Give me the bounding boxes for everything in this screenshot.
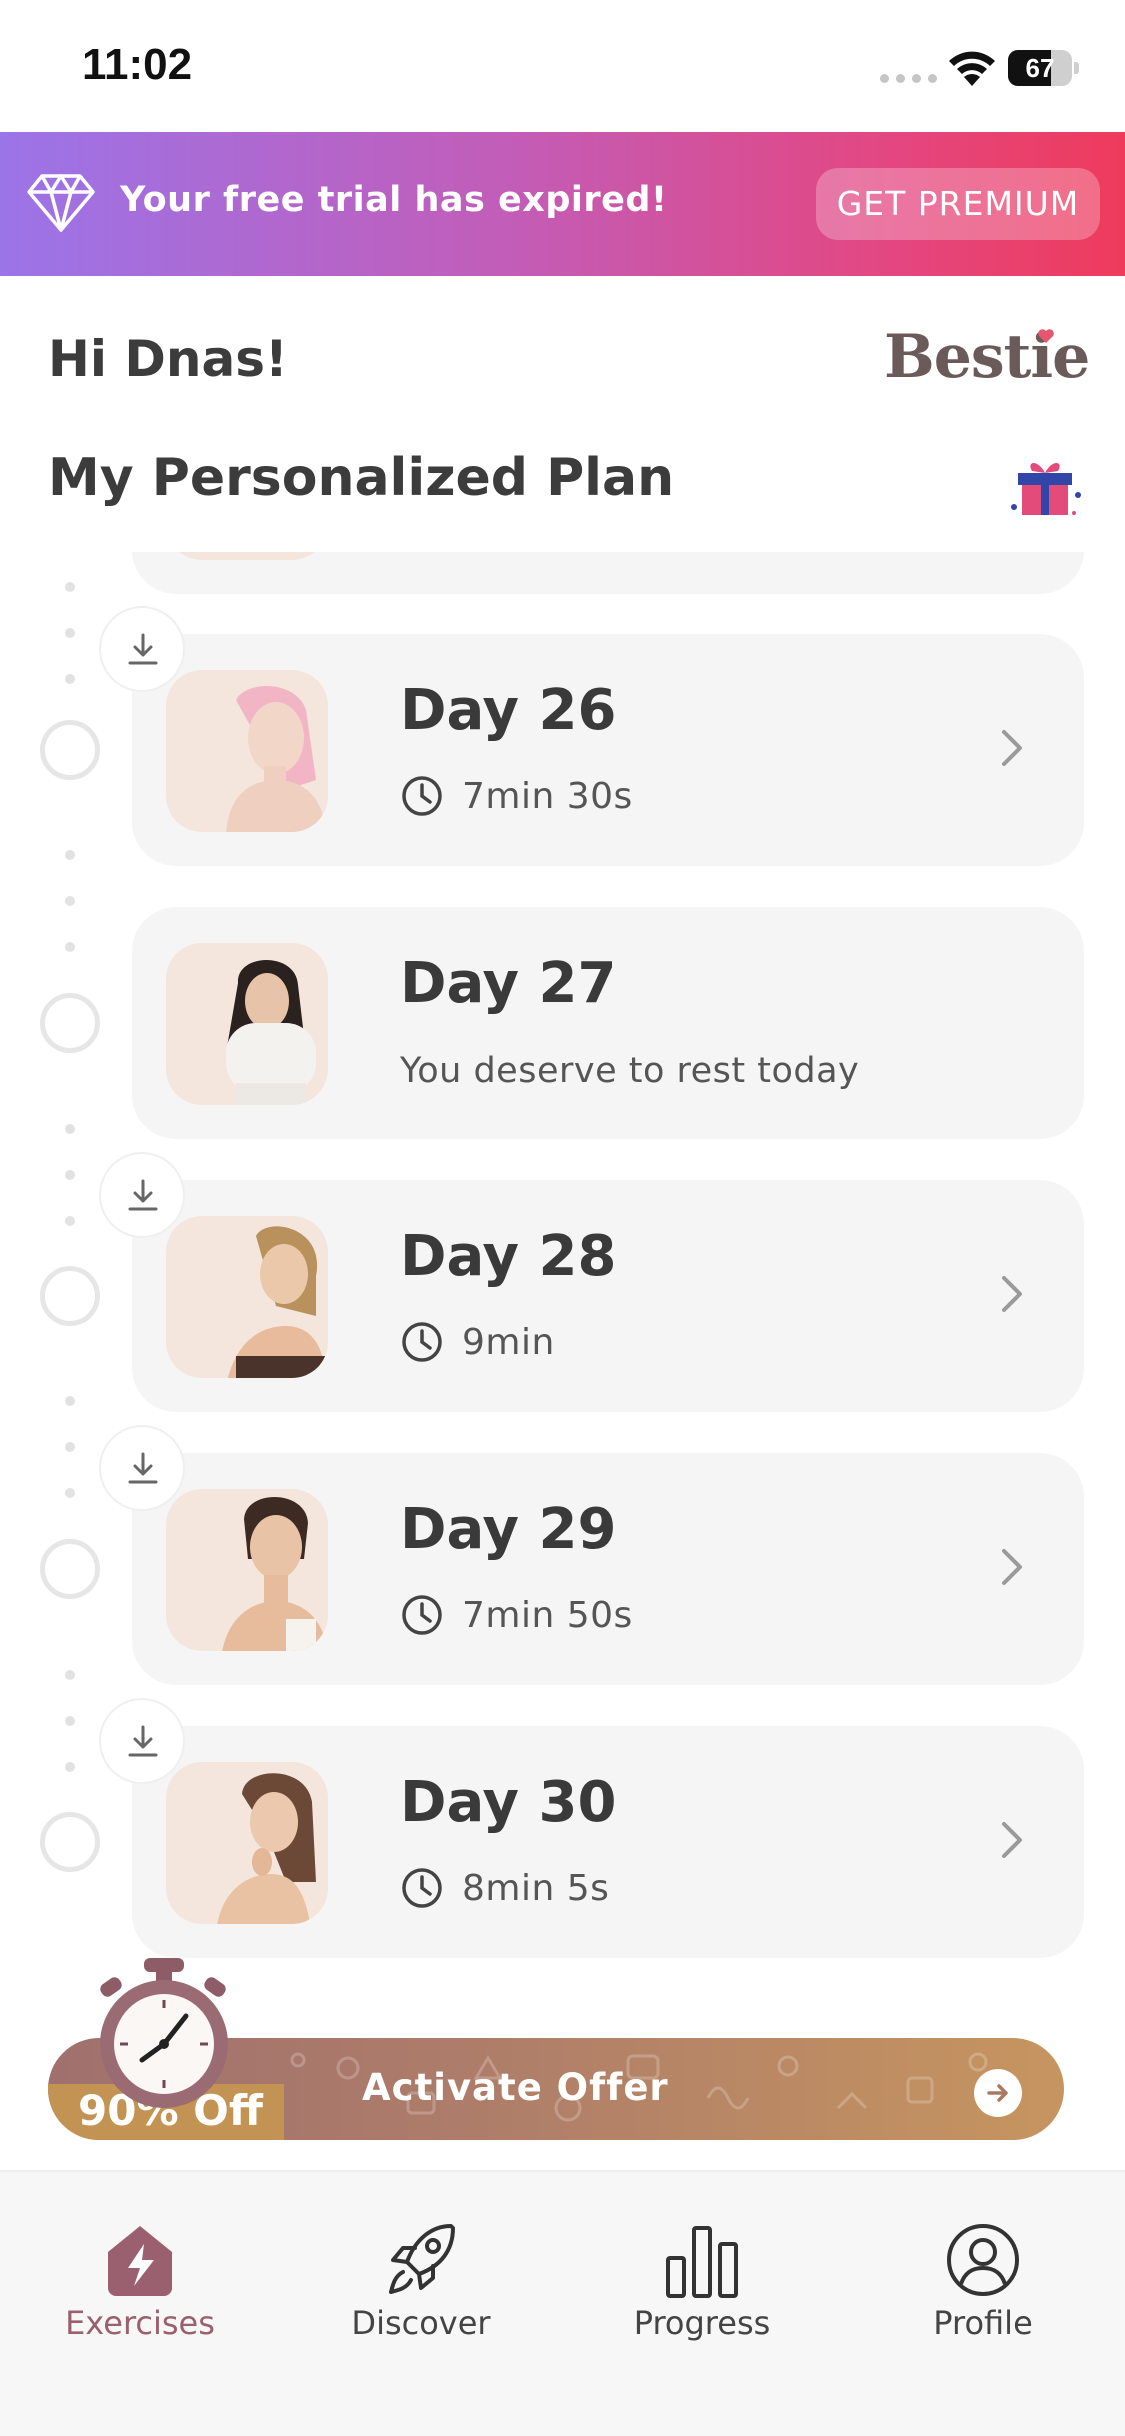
- duration-text: 7min 50s: [462, 1594, 633, 1636]
- day-card-rest[interactable]: Day 27 You deserve to rest today: [132, 907, 1084, 1139]
- chevron-right-icon: [1002, 730, 1022, 766]
- day-status-circle[interactable]: [40, 1539, 100, 1599]
- download-button[interactable]: [101, 1700, 183, 1782]
- day-card[interactable]: Day 29 7min 50s: [132, 1453, 1084, 1685]
- battery-level: 67: [1025, 53, 1055, 83]
- duration-text: 8min 5s: [462, 1867, 610, 1909]
- status-time: 11:02: [82, 40, 193, 89]
- trial-expired-banner: Your free trial has expired! GET PREMIUM: [0, 132, 1125, 276]
- download-button[interactable]: [101, 1427, 183, 1509]
- get-premium-button[interactable]: GET PREMIUM: [816, 168, 1100, 240]
- gift-icon[interactable]: [1010, 455, 1082, 519]
- tab-bar: Exercises Discover Progress Profile: [0, 2170, 1125, 2436]
- clock-icon: [402, 776, 442, 816]
- status-bar: 11:02 67: [0, 0, 1125, 132]
- download-button[interactable]: [101, 1154, 183, 1236]
- day-status-circle[interactable]: [40, 1812, 100, 1872]
- day-thumbnail: [166, 1216, 328, 1378]
- bar-chart-icon: [666, 2226, 738, 2298]
- day-title: Day 30: [400, 1770, 617, 1835]
- tab-profile[interactable]: Profile: [883, 2218, 1083, 2342]
- day-thumbnail: [166, 1762, 328, 1924]
- day-card[interactable]: Day 26 7min 30s: [132, 634, 1084, 866]
- day-title: Day 29: [400, 1497, 617, 1562]
- battery-icon: 67: [1008, 50, 1079, 86]
- rest-note: You deserve to rest today: [400, 1051, 860, 1091]
- day-thumbnail: [166, 943, 328, 1105]
- day-status-circle[interactable]: [40, 993, 100, 1053]
- day-title: Day 28: [400, 1224, 617, 1289]
- clock-icon: [402, 1322, 442, 1362]
- tab-label: Profile: [933, 2304, 1033, 2342]
- user-circle-icon: [947, 2224, 1019, 2296]
- download-icon: [128, 633, 158, 665]
- day-card[interactable]: Day 28 9min: [132, 1180, 1084, 1412]
- tab-exercises[interactable]: Exercises: [40, 2218, 240, 2342]
- wifi-icon: [949, 51, 995, 86]
- offer-label: Activate Offer: [362, 2066, 669, 2109]
- heart-icon: [1038, 329, 1054, 343]
- tab-label: Exercises: [65, 2304, 215, 2342]
- clock-icon: [402, 1868, 442, 1908]
- day-duration: 7min 30s: [400, 774, 633, 818]
- download-icon: [128, 1179, 158, 1211]
- chevron-right-icon: [1002, 1549, 1022, 1585]
- day-card[interactable]: Day 30 8min 5s: [132, 1726, 1084, 1958]
- chevron-right-icon: [1002, 1276, 1022, 1312]
- clock-icon: [402, 1595, 442, 1635]
- day-status-circle[interactable]: [40, 720, 100, 780]
- brand-logo: Bestie: [884, 322, 1090, 392]
- day-duration: 8min 5s: [400, 1866, 609, 1910]
- day-title: Day 27: [400, 951, 617, 1016]
- tab-label: Progress: [633, 2304, 771, 2342]
- stopwatch-icon: [100, 1958, 228, 2108]
- trial-message: Your free trial has expired!: [120, 180, 668, 220]
- greeting: Hi Dnas!: [48, 330, 288, 388]
- day-duration: 7min 50s: [400, 1593, 633, 1637]
- cellular-signal-icon: [880, 74, 937, 83]
- day-thumbnail: [166, 1489, 328, 1651]
- home-lightning-icon: [108, 2226, 172, 2296]
- download-button[interactable]: [101, 608, 183, 690]
- download-icon: [128, 1725, 158, 1757]
- day-duration: 9min: [400, 1320, 555, 1364]
- arrow-right-icon[interactable]: [974, 2069, 1022, 2117]
- day-status-circle[interactable]: [40, 1266, 100, 1326]
- plan-list[interactable]: Day 26 7min 30s Day 27 You deserve to re…: [0, 552, 1125, 1970]
- duration-text: 9min: [462, 1321, 555, 1363]
- plan-title: My Personalized Plan: [48, 448, 675, 508]
- tab-discover[interactable]: Discover: [321, 2218, 521, 2342]
- day-thumbnail: [166, 670, 328, 832]
- tab-progress[interactable]: Progress: [602, 2218, 802, 2342]
- rocket-icon: [389, 2224, 455, 2294]
- tab-label: Discover: [351, 2304, 491, 2342]
- day-title: Day 26: [400, 678, 617, 743]
- chevron-right-icon: [1002, 1822, 1022, 1858]
- diamond-icon: [27, 174, 95, 232]
- download-icon: [128, 1452, 158, 1484]
- duration-text: 7min 30s: [462, 775, 633, 817]
